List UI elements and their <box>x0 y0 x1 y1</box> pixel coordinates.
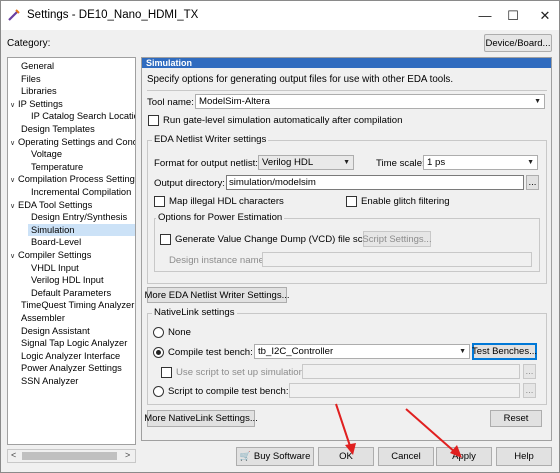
arrow-to-ok-icon <box>335 403 356 455</box>
arrow-to-apply-icon <box>405 408 462 458</box>
annotation-arrows <box>335 403 462 458</box>
settings-dialog: Settings - DE10_Nano_HDMI_TX — ☐ ✕ Categ… <box>0 0 560 473</box>
